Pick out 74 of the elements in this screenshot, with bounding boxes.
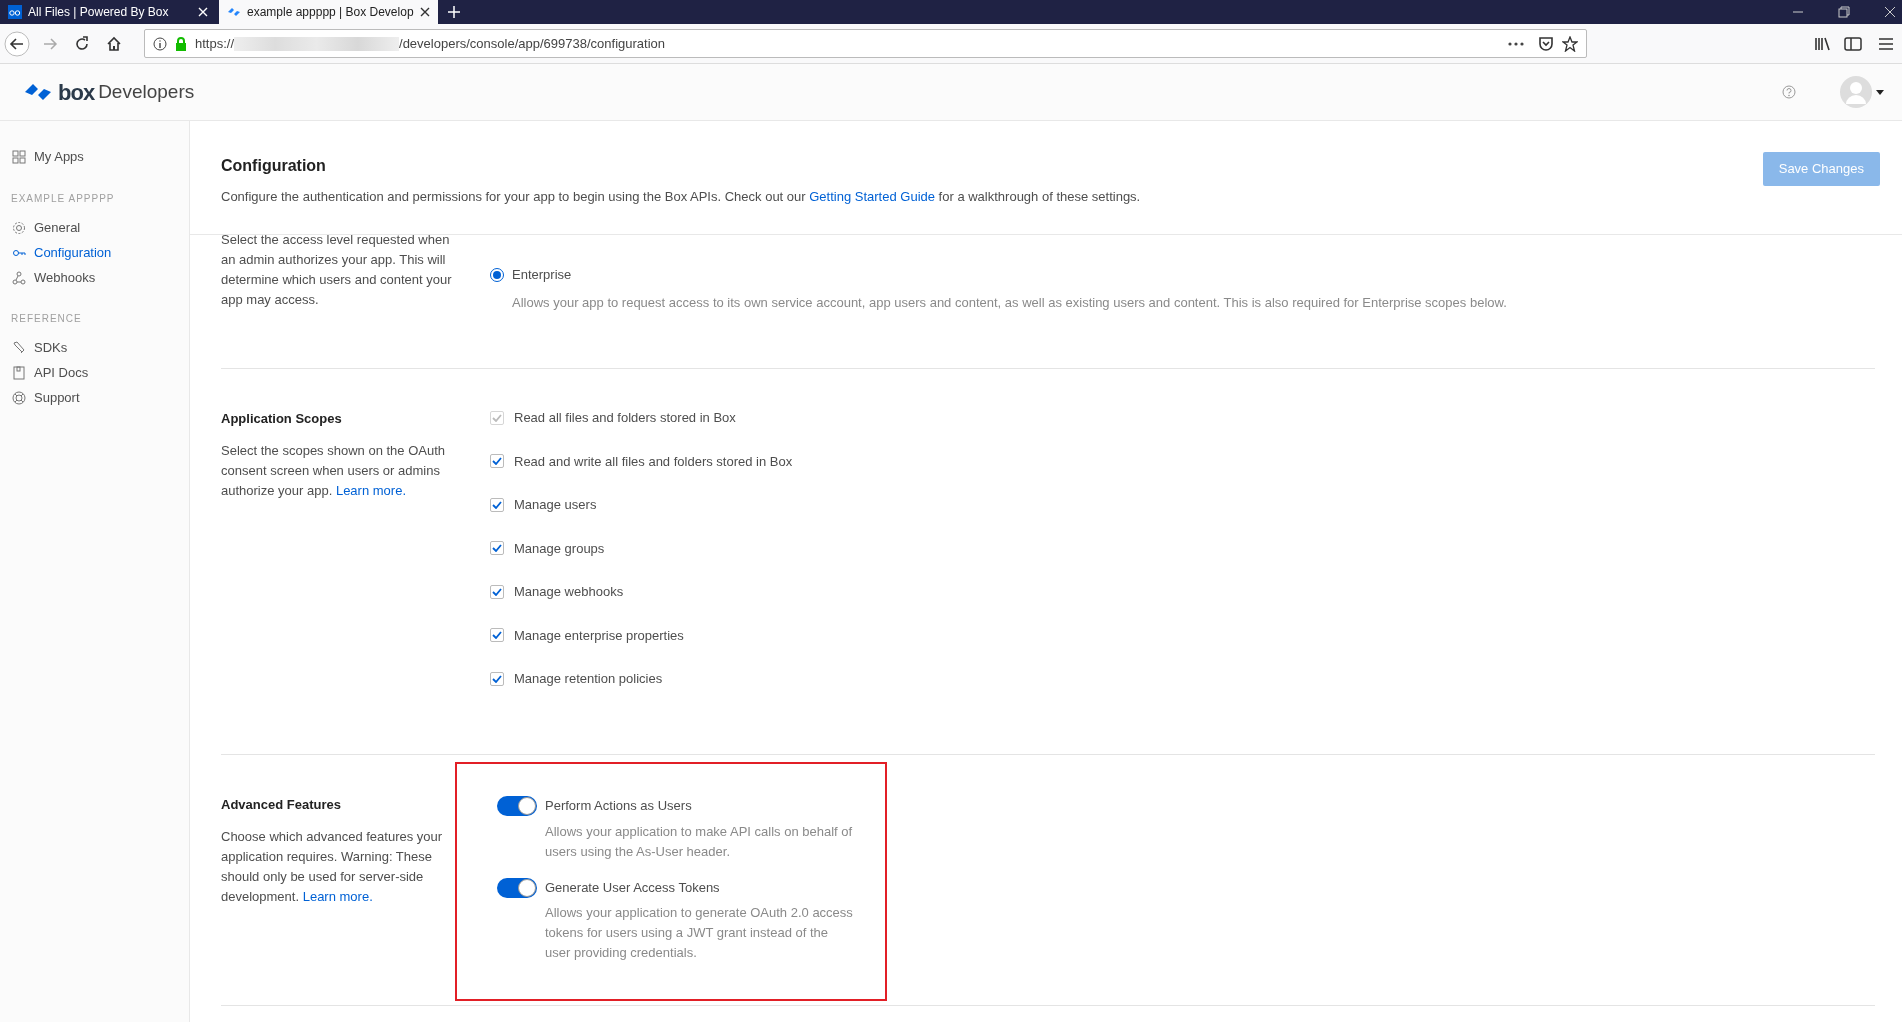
toggle-switch[interactable] — [497, 877, 537, 898]
sidebar-item[interactable]: Support — [0, 385, 189, 411]
checkbox[interactable] — [490, 497, 504, 512]
scope-label: Manage groups — [514, 539, 605, 558]
logo-icon — [227, 6, 241, 18]
section-heading: EXAMPLE APPPPP — [10, 191, 116, 206]
sidebar-item[interactable]: Configuration — [0, 240, 189, 266]
feature-description: Allows your application to generate OAuth 2.0 access tokens for users using a JWT grant instead of the user providing credentials. — [545, 904, 854, 962]
page-title: Configuration — [221, 156, 327, 176]
tab-title: All Files | Powered By Box — [28, 4, 170, 21]
logo-icon — [24, 83, 52, 101]
lifebuoy-icon — [12, 391, 26, 405]
sidebar-item[interactable]: API Docs — [0, 360, 189, 386]
lock-icon — [175, 36, 187, 51]
section-title: Advanced Features — [221, 796, 342, 814]
restore-icon[interactable] — [1838, 6, 1850, 18]
new-tab-icon[interactable] — [446, 5, 461, 19]
forward-icon — [42, 35, 58, 52]
reload-icon[interactable] — [74, 35, 90, 52]
checkbox[interactable] — [490, 628, 504, 643]
section-description: Select the scopes shown on the OAuth consent screen when users or admins authorize your app. Learn more. — [221, 441, 447, 500]
section-heading: REFERENCE — [10, 311, 83, 326]
sidebar-item[interactable]: Webhooks — [0, 265, 189, 291]
caret-icon[interactable] — [1876, 89, 1884, 95]
scope-label: Manage enterprise properties — [514, 626, 684, 645]
close-icon[interactable] — [419, 7, 430, 17]
scope-label: Manage users — [514, 496, 597, 514]
sidebar-item[interactable]: General — [0, 215, 189, 241]
section-description: Select the access level requested when an admin authorizes your app. This will determine which users and content your app may access. — [221, 235, 453, 309]
guide-link[interactable]: Getting Started Guide — [809, 189, 935, 204]
learn-more-link[interactable]: Learn more. — [302, 888, 373, 904]
browser-tab[interactable]: example appppp | Box Develop — [219, 0, 438, 24]
scope-label: Manage retention policies — [514, 670, 663, 688]
feature-label: Generate User Access Tokens — [545, 878, 721, 897]
feature-label: Perform Actions as Users — [545, 797, 693, 815]
learn-more-link[interactable]: Learn more. — [335, 482, 406, 498]
url-text: /developers/console/app/699738/configuration — [399, 34, 665, 53]
option-description: Allows your app to request access to its own service account, app users and content, as well as existing users and content. This is also required for Enterprise scopes below. — [512, 293, 1508, 312]
option-label: Enterprise — [512, 266, 572, 284]
browser-tab[interactable]: All Files | Powered By Box — [0, 0, 216, 24]
checkbox[interactable] — [490, 541, 504, 556]
feature-description: Allows your application to make API calls on behalf of users using the As-User header. — [545, 822, 854, 861]
back-icon[interactable] — [4, 30, 30, 57]
box-icon — [8, 5, 22, 19]
star-icon[interactable] — [1562, 35, 1578, 52]
toggle-switch[interactable] — [497, 796, 537, 816]
checkbox[interactable] — [490, 671, 504, 686]
tab-title: example appppp | Box Develop — [247, 4, 414, 21]
info-icon[interactable] — [153, 36, 167, 51]
product-name: Developers — [98, 79, 195, 104]
book-icon — [12, 366, 26, 380]
scope-label: Manage webhooks — [514, 583, 624, 601]
gear-icon — [12, 221, 26, 235]
scope-label: Read and write all files and folders stored in Box — [514, 452, 793, 471]
wrench-icon — [12, 341, 26, 355]
checkbox[interactable] — [490, 454, 504, 469]
network-icon — [12, 271, 26, 285]
brand-name: box — [58, 78, 95, 107]
sidebar-icon[interactable] — [1844, 35, 1862, 52]
url-bar[interactable]: https:// /developers/console/app/699738/configuration — [144, 29, 1587, 58]
intro-text: Configure the authentication and permissions for your app to begin using the Box APIs. Check out our Getting Started Guide for a walkthrough of these settings. — [221, 188, 1142, 206]
sidebar-item[interactable]: SDKs — [0, 335, 189, 361]
more-icon[interactable] — [1508, 41, 1524, 46]
section-description: Choose which advanced features your application requires. Warning: These should only be used for server-side development. Learn more. — [221, 827, 444, 906]
grid-icon — [12, 149, 26, 164]
home-icon[interactable] — [106, 35, 122, 52]
library-icon[interactable] — [1814, 35, 1832, 52]
section-title: Application Scopes — [221, 410, 343, 428]
sidebar-item[interactable]: My Apps — [0, 143, 189, 171]
checkbox[interactable] — [490, 584, 504, 599]
scope-label: Read all files and folders stored in Box — [514, 409, 736, 427]
menu-icon[interactable] — [1878, 36, 1894, 51]
shield-icon[interactable] — [1538, 35, 1554, 52]
url-text: https:// — [195, 34, 235, 53]
